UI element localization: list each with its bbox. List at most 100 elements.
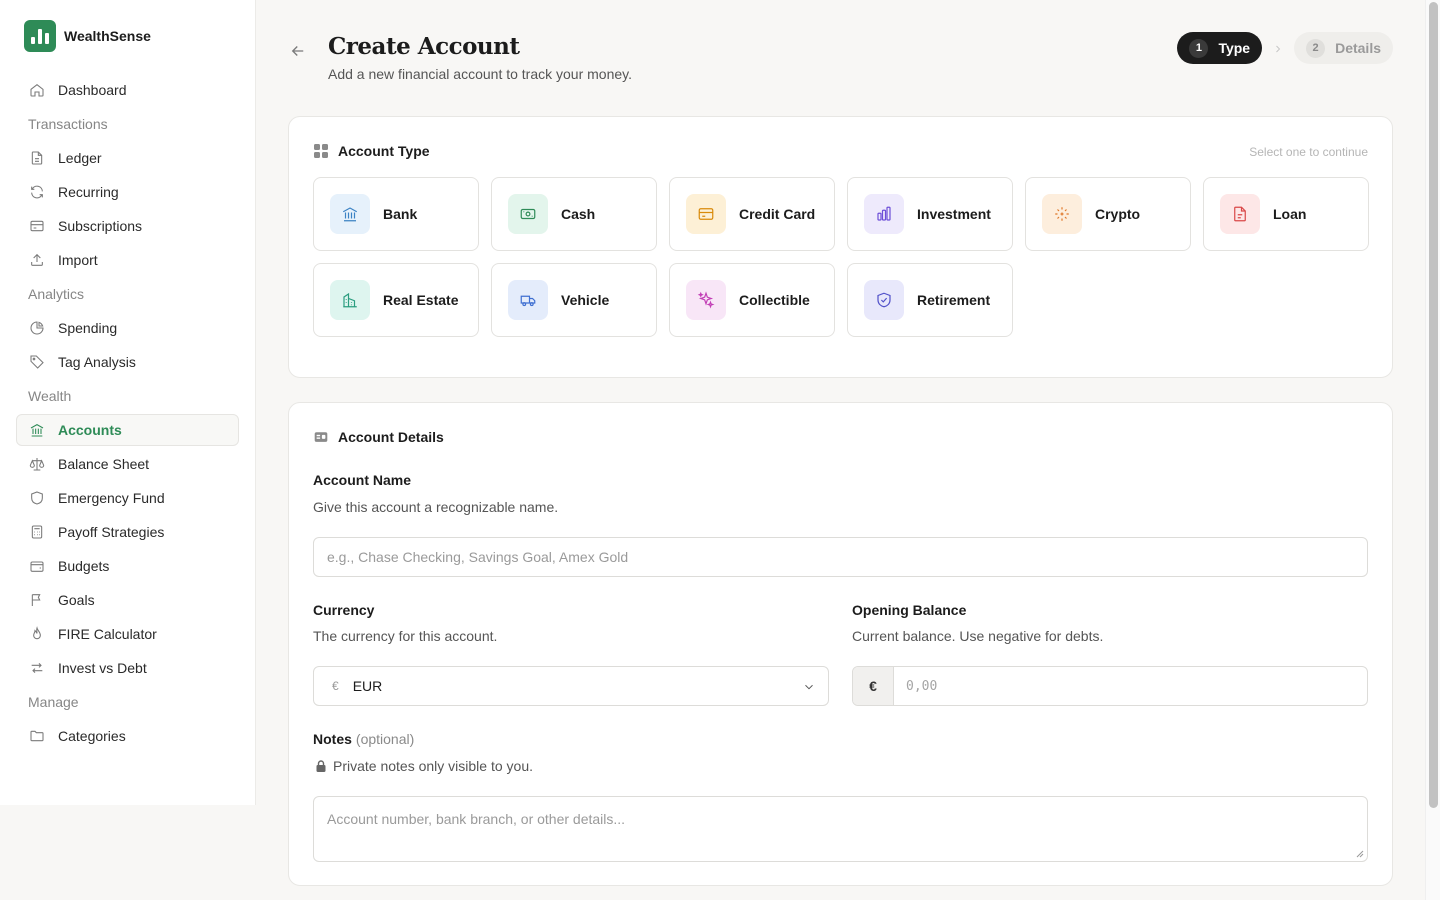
sidebar-item-label: Spending: [58, 320, 118, 336]
sidebar-item-categories[interactable]: Categories: [16, 720, 239, 752]
account-type-heading: Account Type: [314, 143, 430, 159]
tag-icon: [30, 355, 44, 369]
sidebar-item-dashboard[interactable]: Dashboard: [16, 74, 239, 106]
sidebar-item-label: Budgets: [58, 558, 110, 574]
step-label: Type: [1218, 40, 1251, 56]
sidebar-nav: Dashboard Transactions Ledger Recurring Subs…: [16, 72, 239, 754]
back-button[interactable]: [289, 42, 307, 60]
scale-icon: [29, 458, 45, 471]
account-type-card: Account Type Select one to continue Bank…: [288, 116, 1393, 378]
currency-select[interactable]: € EUR: [313, 666, 829, 706]
type-icon-badge: [1220, 194, 1260, 234]
account-type-retirement[interactable]: Retirement: [847, 263, 1013, 337]
sidebar-item-label: Emergency Fund: [58, 490, 165, 506]
opening-balance-label: Opening Balance: [852, 602, 967, 618]
refresh-icon: [31, 185, 43, 199]
resize-handle-icon[interactable]: [1356, 850, 1364, 858]
sidebar-item-label: Invest vs Debt: [58, 660, 147, 676]
sidebar-item-accounts[interactable]: Accounts: [16, 414, 239, 446]
arrows-swap-icon: [31, 662, 43, 674]
shield-icon: [31, 491, 43, 505]
sidebar-item-tag-analysis[interactable]: Tag Analysis: [16, 346, 239, 378]
arrow-left-icon: [291, 46, 304, 56]
grid-icon: [314, 144, 328, 158]
account-type-crypto[interactable]: Crypto: [1025, 177, 1191, 251]
account-type-label: Vehicle: [561, 292, 610, 308]
notes-placeholder: Account number, bank branch, or other de…: [327, 811, 626, 827]
section-title: Account Type: [338, 143, 430, 159]
scrollbar[interactable]: [1425, 0, 1440, 900]
account-type-collectible[interactable]: Collectible: [669, 263, 835, 337]
upload-icon: [31, 253, 43, 266]
sidebar-item-emergency-fund[interactable]: Emergency Fund: [16, 482, 239, 514]
chevron-right-icon: [1272, 42, 1284, 54]
nav-section-analytics: Analytics: [28, 286, 85, 302]
sidebar-item-spending[interactable]: Spending: [16, 312, 239, 344]
sidebar-item-import[interactable]: Import: [16, 244, 239, 276]
account-type-credit-card[interactable]: Credit Card: [669, 177, 835, 251]
type-icon-badge: [686, 280, 726, 320]
file-icon: [1234, 206, 1246, 222]
folder-icon: [30, 730, 44, 742]
sidebar-item-fire-calculator[interactable]: FIRE Calculator: [16, 618, 239, 650]
account-type-investment[interactable]: Investment: [847, 177, 1013, 251]
account-type-label: Bank: [383, 206, 418, 222]
sidebar-item-label: Import: [58, 252, 98, 268]
notes-textarea[interactable]: Account number, bank branch, or other de…: [313, 796, 1368, 862]
opening-balance-input[interactable]: € 0,00: [852, 666, 1368, 706]
euro-icon: €: [332, 679, 339, 693]
chevron-down-icon: [802, 680, 816, 694]
sidebar-item-ledger[interactable]: Ledger: [16, 142, 239, 174]
sidebar-item-label: Subscriptions: [58, 218, 143, 234]
bank-icon: [342, 207, 358, 222]
section-title: Account Details: [338, 429, 444, 445]
sidebar-item-label: Dashboard: [58, 82, 127, 98]
step-number: 2: [1306, 38, 1326, 58]
account-details-card: Account Details Account Name Give this a…: [288, 402, 1393, 886]
sidebar-item-recurring[interactable]: Recurring: [16, 176, 239, 208]
account-type-loan[interactable]: Loan: [1203, 177, 1369, 251]
brand[interactable]: WealthSense: [24, 20, 151, 52]
step-details[interactable]: 2 Details: [1294, 32, 1393, 64]
account-type-bank[interactable]: Bank: [313, 177, 479, 251]
type-icon-badge: [686, 194, 726, 234]
sidebar-item-budgets[interactable]: Budgets: [16, 550, 239, 582]
sidebar-item-label: Goals: [58, 592, 95, 608]
currency-label: Currency: [313, 602, 375, 618]
account-type-label: Investment: [917, 206, 991, 222]
account-details-heading: Account Details: [314, 429, 444, 445]
crypto-icon: [1055, 207, 1069, 221]
lock-icon: [316, 760, 326, 772]
currency-help: The currency for this account.: [313, 628, 498, 644]
sidebar-item-label: Balance Sheet: [58, 456, 150, 472]
sidebar-item-invest-vs-debt[interactable]: Invest vs Debt: [16, 652, 239, 684]
notes-help-text: Private notes only visible to you.: [333, 758, 533, 774]
account-type-label: Real Estate: [383, 292, 459, 308]
opening-balance-help: Current balance. Use negative for debts.: [852, 628, 1104, 644]
sidebar-item-label: FIRE Calculator: [58, 626, 157, 642]
flame-icon: [33, 626, 41, 640]
account-type-real-estate[interactable]: Real Estate: [313, 263, 479, 337]
sidebar-item-goals[interactable]: Goals: [16, 584, 239, 616]
sidebar-item-label: Categories: [58, 728, 126, 744]
sidebar-item-label: Recurring: [58, 184, 119, 200]
calculator-icon: [31, 525, 43, 539]
account-type-cash[interactable]: Cash: [491, 177, 657, 251]
step-type[interactable]: 1 Type: [1177, 32, 1263, 64]
currency-value: EUR: [352, 678, 383, 694]
step-number: 1: [1189, 38, 1209, 58]
sidebar-item-subscriptions[interactable]: Subscriptions: [16, 210, 239, 242]
scrollbar-thumb[interactable]: [1429, 2, 1438, 808]
account-type-vehicle[interactable]: Vehicle: [491, 263, 657, 337]
sidebar-item-payoff-strategies[interactable]: Payoff Strategies: [16, 516, 239, 548]
type-icon-badge: [508, 194, 548, 234]
currency-prefix: €: [853, 667, 894, 705]
wallet-icon: [30, 561, 44, 572]
sidebar-item-balance-sheet[interactable]: Balance Sheet: [16, 448, 239, 480]
document-icon: [31, 151, 43, 165]
type-icon-badge: [1042, 194, 1082, 234]
account-name-input[interactable]: e.g., Chase Checking, Savings Goal, Amex…: [313, 537, 1368, 577]
id-card-icon: [314, 432, 328, 442]
app-name: WealthSense: [64, 28, 151, 44]
type-icon-badge: [508, 280, 548, 320]
